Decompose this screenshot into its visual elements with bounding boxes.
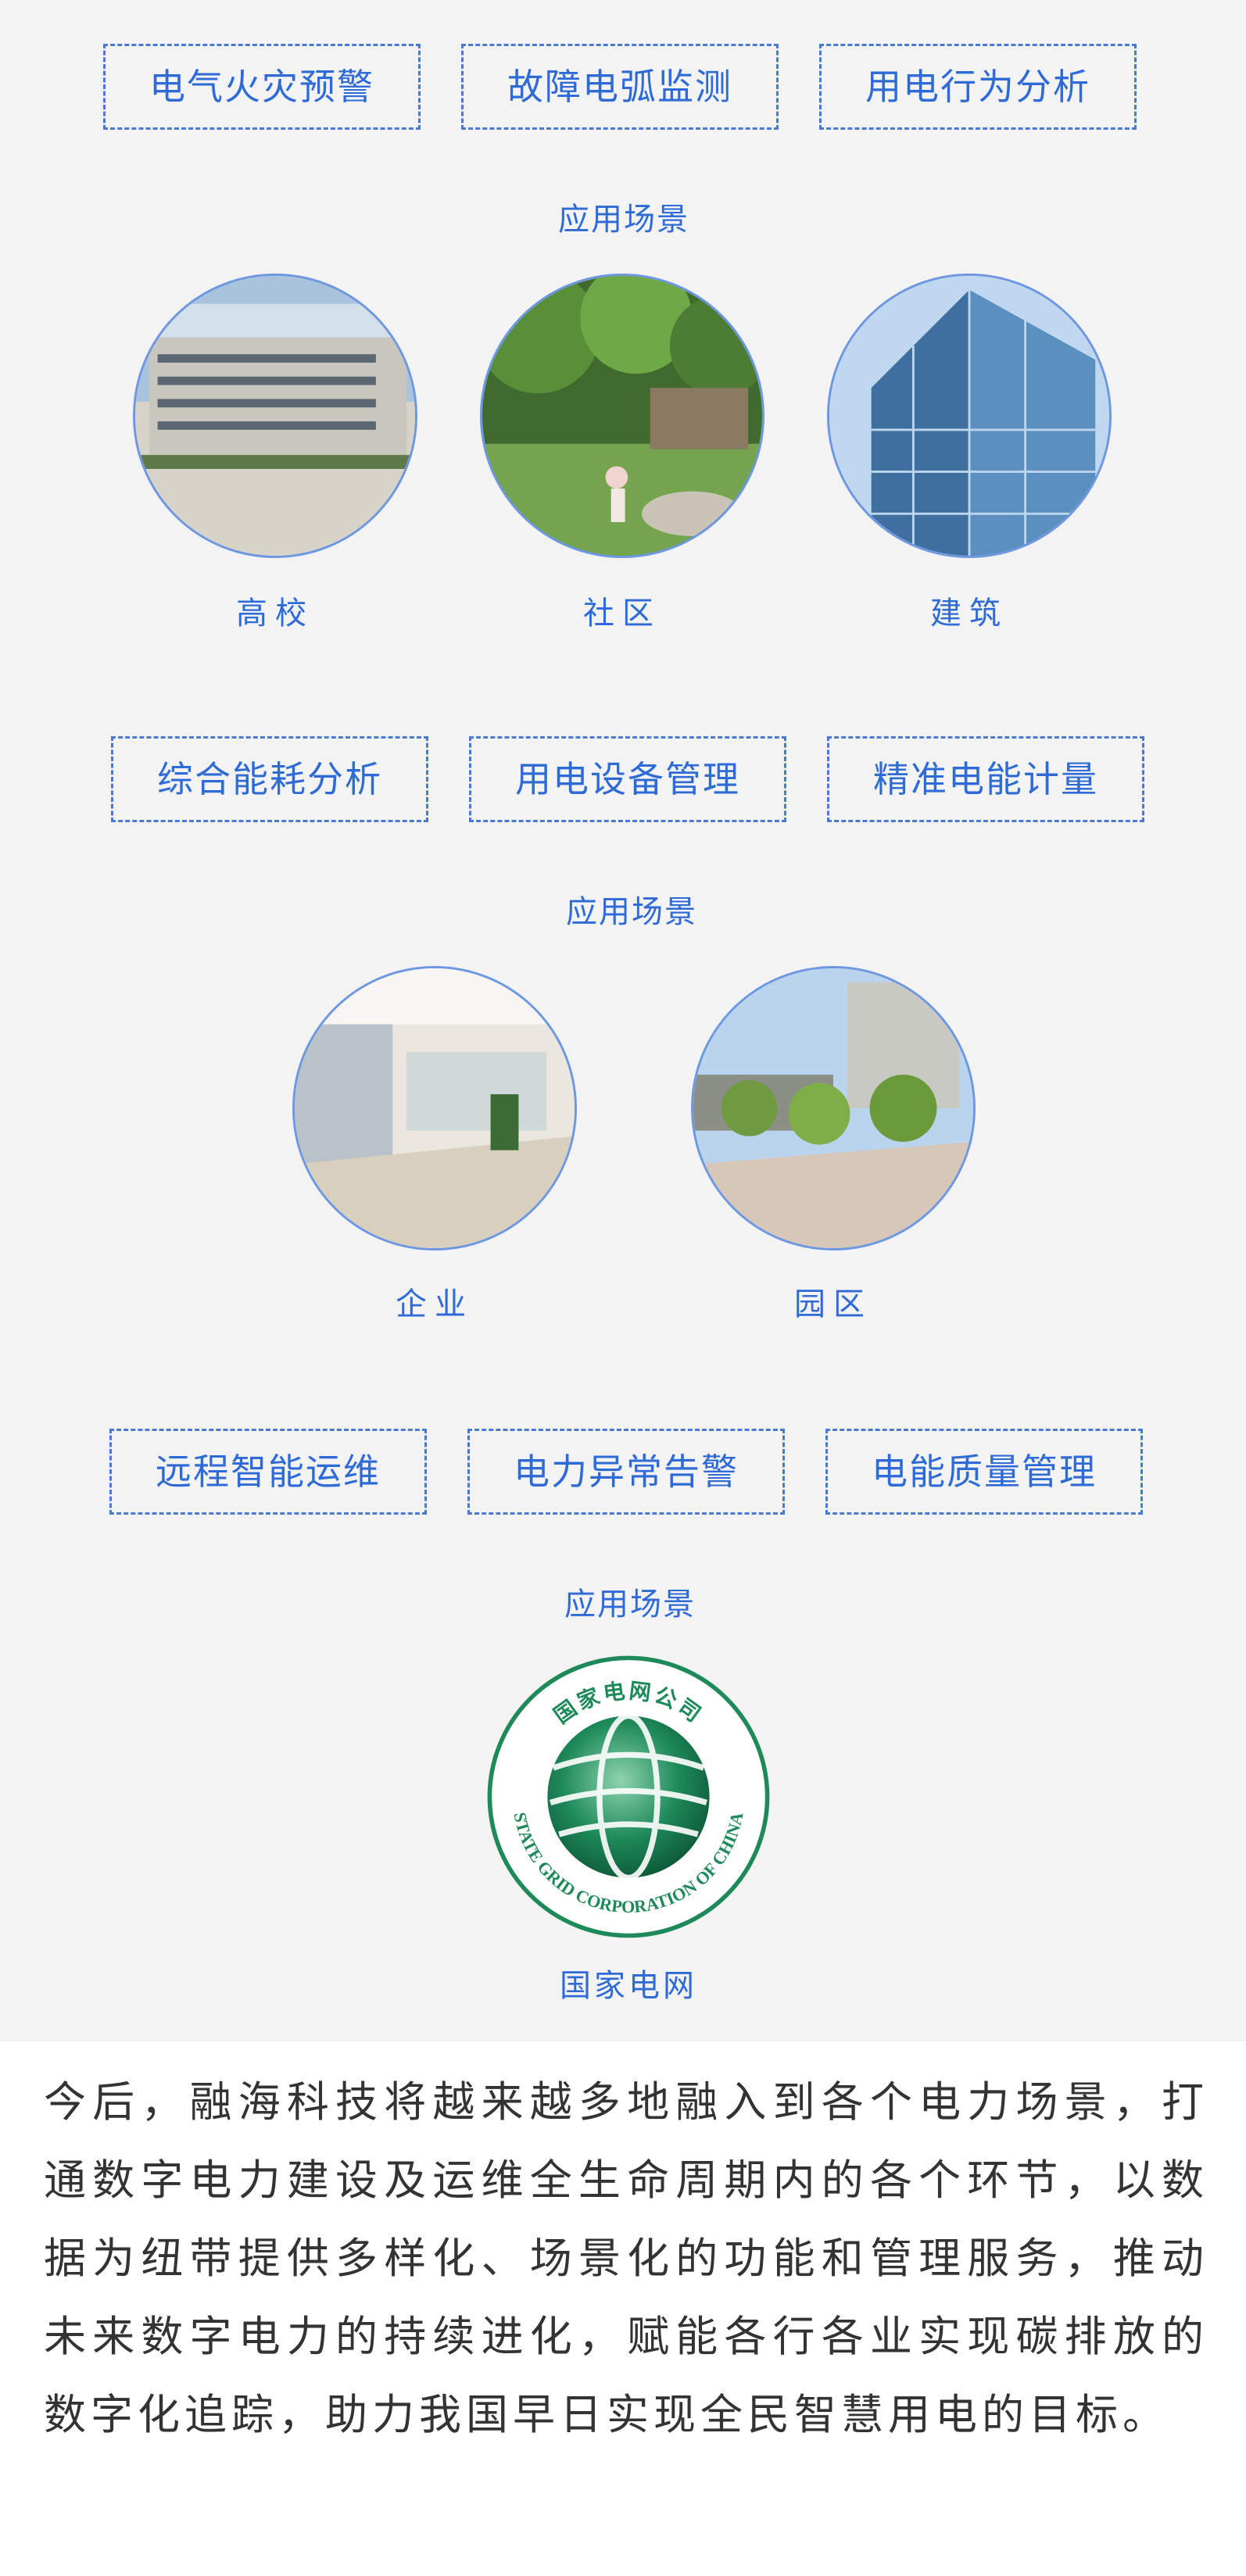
tag-power-quality-management: 电能质量管理 <box>825 1429 1143 1515</box>
scene-title: 应用场景 <box>564 1587 696 1623</box>
tag-power-behavior-analysis: 用电行为分析 <box>819 44 1137 130</box>
tag-remote-maintenance: 远程智能运维 <box>109 1429 427 1515</box>
scene-title: 应用场景 <box>566 894 697 930</box>
logo-caption: 国家电网 <box>560 1968 697 2004</box>
scene-caption-enterprise: 企业 <box>396 1286 474 1322</box>
scene-title: 应用场景 <box>558 202 689 238</box>
park-plaza-photo <box>691 966 976 1250</box>
tag-electrical-fire-warning: 电气火灾预警 <box>103 44 421 130</box>
glass-building-photo <box>827 274 1112 558</box>
scene-caption-campus: 高校 <box>236 596 314 631</box>
state-grid-logo: 国家电网公司 STATE GRID CORPORATION OF CHINA <box>484 1652 773 1941</box>
closing-paragraph: 今后，融海科技将越来越多地融入到各个电力场景，打通数字电力建设及运维全生命周期内… <box>44 2077 1208 2439</box>
scene-caption-park: 园区 <box>794 1286 872 1322</box>
community-garden-photo <box>480 274 764 558</box>
tag-precise-metering: 精准电能计量 <box>827 736 1144 822</box>
office-interior-photo <box>292 966 577 1250</box>
scene-caption-building: 建筑 <box>930 596 1008 631</box>
tag-arc-fault-monitoring: 故障电弧监测 <box>461 44 779 130</box>
tag-power-anomaly-alarm: 电力异常告警 <box>467 1429 785 1515</box>
tag-energy-consumption-analysis: 综合能耗分析 <box>111 736 428 822</box>
scene-caption-community: 社区 <box>583 596 661 631</box>
campus-building-photo <box>133 274 417 558</box>
tag-equipment-management: 用电设备管理 <box>469 736 786 822</box>
feature-panel: 电气火灾预警 故障电弧监测 用电行为分析 应用场景 高校 社区 建筑 综合能耗分… <box>0 0 1246 2041</box>
